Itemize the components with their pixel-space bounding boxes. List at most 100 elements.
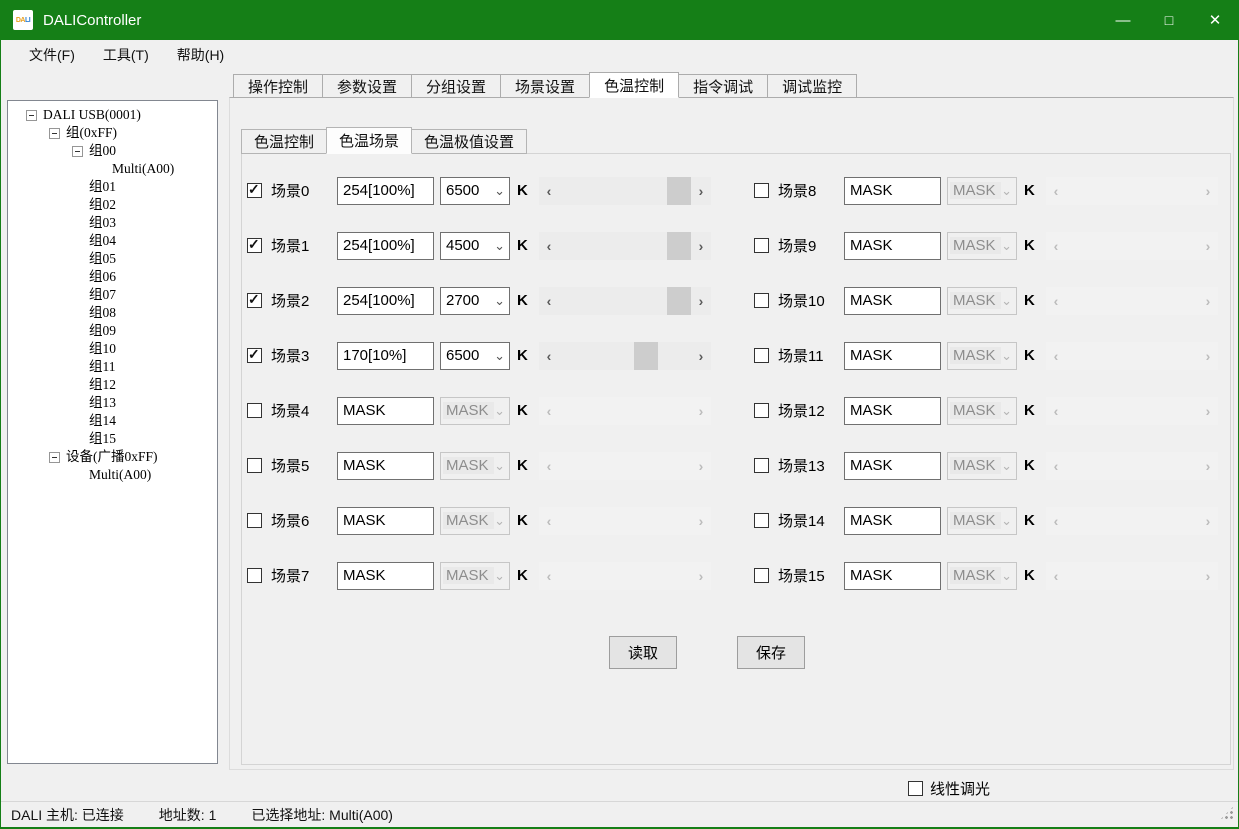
scene-checkbox[interactable]: ✓ — [754, 348, 769, 363]
scroll-left-icon[interactable]: ‹ — [539, 403, 559, 419]
scrollbar-track[interactable] — [1066, 342, 1198, 370]
kelvin-dropdown[interactable]: 6500 ⌄ — [440, 342, 510, 370]
main-tab[interactable]: 指令调试 — [679, 74, 768, 98]
scroll-left-icon[interactable]: ‹ — [1046, 458, 1066, 474]
scroll-right-icon[interactable]: › — [691, 293, 711, 309]
scrollbar-track[interactable] — [559, 342, 691, 370]
kelvin-dropdown[interactable]: 4500 ⌄ — [440, 232, 510, 260]
collapse-icon[interactable] — [49, 452, 60, 463]
tree-item[interactable]: 组12 — [8, 376, 217, 394]
scroll-left-icon[interactable]: ‹ — [539, 513, 559, 529]
scene-scrollbar[interactable]: ‹ › — [1046, 397, 1218, 425]
scene-level-input[interactable] — [337, 342, 434, 370]
scrollbar-thumb[interactable] — [634, 342, 658, 370]
main-tab[interactable]: 分组设置 — [412, 74, 501, 98]
collapse-icon[interactable] — [49, 128, 60, 139]
scroll-left-icon[interactable]: ‹ — [539, 458, 559, 474]
scene-level-input[interactable] — [844, 452, 941, 480]
save-button[interactable]: 保存 — [737, 636, 805, 669]
sub-tab[interactable]: 色温极值设置 — [412, 129, 527, 154]
scroll-right-icon[interactable]: › — [691, 238, 711, 254]
kelvin-dropdown[interactable]: MASK ⌄ — [947, 507, 1017, 535]
kelvin-dropdown[interactable]: MASK ⌄ — [947, 177, 1017, 205]
scene-level-input[interactable] — [844, 507, 941, 535]
kelvin-dropdown[interactable]: MASK ⌄ — [947, 397, 1017, 425]
scene-level-input[interactable] — [337, 397, 434, 425]
scene-level-input[interactable] — [337, 232, 434, 260]
scroll-left-icon[interactable]: ‹ — [1046, 293, 1066, 309]
scene-level-input[interactable] — [337, 562, 434, 590]
close-button[interactable]: ✕ — [1192, 0, 1238, 40]
scrollbar-track[interactable] — [1066, 562, 1198, 590]
tree-item[interactable]: 组14 — [8, 412, 217, 430]
scrollbar-track[interactable] — [559, 287, 691, 315]
scene-scrollbar[interactable]: ‹ › — [539, 397, 711, 425]
scroll-right-icon[interactable]: › — [691, 568, 711, 584]
scroll-right-icon[interactable]: › — [1198, 238, 1218, 254]
scene-level-input[interactable] — [844, 562, 941, 590]
scrollbar-track[interactable] — [1066, 397, 1198, 425]
scroll-left-icon[interactable]: ‹ — [539, 238, 559, 254]
scrollbar-track[interactable] — [1066, 507, 1198, 535]
scroll-left-icon[interactable]: ‹ — [539, 348, 559, 364]
maximize-button[interactable]: □ — [1146, 0, 1192, 40]
scroll-right-icon[interactable]: › — [1198, 403, 1218, 419]
scene-checkbox[interactable]: ✓ — [247, 348, 262, 363]
scroll-left-icon[interactable]: ‹ — [539, 293, 559, 309]
scroll-right-icon[interactable]: › — [1198, 458, 1218, 474]
scene-checkbox[interactable]: ✓ — [754, 458, 769, 473]
tree-item[interactable]: 组05 — [8, 250, 217, 268]
scrollbar-track[interactable] — [1066, 452, 1198, 480]
scene-level-input[interactable] — [337, 287, 434, 315]
tree-item[interactable]: 组07 — [8, 286, 217, 304]
linear-dimming-checkbox[interactable]: ✓ — [908, 781, 923, 796]
scroll-right-icon[interactable]: › — [691, 348, 711, 364]
scene-scrollbar[interactable]: ‹ › — [1046, 287, 1218, 315]
scene-scrollbar[interactable]: ‹ › — [539, 562, 711, 590]
tree-item[interactable]: Multi(A00) — [8, 160, 217, 178]
tree-item[interactable]: 组03 — [8, 214, 217, 232]
scene-scrollbar[interactable]: ‹ › — [539, 287, 711, 315]
scrollbar-track[interactable] — [559, 452, 691, 480]
scroll-left-icon[interactable]: ‹ — [1046, 238, 1066, 254]
scrollbar-track[interactable] — [559, 177, 691, 205]
scroll-left-icon[interactable]: ‹ — [1046, 183, 1066, 199]
tree-item[interactable]: 组(0xFF) — [8, 124, 217, 142]
tree-item[interactable]: 组10 — [8, 340, 217, 358]
scene-checkbox[interactable]: ✓ — [754, 238, 769, 253]
scroll-left-icon[interactable]: ‹ — [1046, 348, 1066, 364]
minimize-button[interactable]: — — [1100, 0, 1146, 40]
scene-checkbox[interactable]: ✓ — [247, 403, 262, 418]
scrollbar-track[interactable] — [1066, 177, 1198, 205]
tree-item[interactable]: 组08 — [8, 304, 217, 322]
collapse-icon[interactable] — [26, 110, 37, 121]
scroll-right-icon[interactable]: › — [691, 458, 711, 474]
scroll-right-icon[interactable]: › — [1198, 293, 1218, 309]
tree-item[interactable]: 组02 — [8, 196, 217, 214]
kelvin-dropdown[interactable]: MASK ⌄ — [440, 562, 510, 590]
scene-scrollbar[interactable]: ‹ › — [539, 342, 711, 370]
tree-item[interactable]: Multi(A00) — [8, 466, 217, 484]
read-button[interactable]: 读取 — [609, 636, 677, 669]
sub-tab[interactable]: 色温场景 — [326, 127, 412, 154]
kelvin-dropdown[interactable]: 2700 ⌄ — [440, 287, 510, 315]
scene-scrollbar[interactable]: ‹ › — [1046, 177, 1218, 205]
scene-scrollbar[interactable]: ‹ › — [1046, 452, 1218, 480]
scroll-left-icon[interactable]: ‹ — [1046, 513, 1066, 529]
scene-checkbox[interactable]: ✓ — [754, 513, 769, 528]
scene-level-input[interactable] — [337, 177, 434, 205]
scene-scrollbar[interactable]: ‹ › — [539, 177, 711, 205]
scene-checkbox[interactable]: ✓ — [754, 568, 769, 583]
main-tab[interactable]: 参数设置 — [323, 74, 412, 98]
scene-scrollbar[interactable]: ‹ › — [1046, 342, 1218, 370]
menu-item[interactable]: 工具(T) — [89, 40, 163, 70]
scene-level-input[interactable] — [844, 287, 941, 315]
tree-item[interactable]: DALI USB(0001) — [8, 106, 217, 124]
scroll-right-icon[interactable]: › — [1198, 348, 1218, 364]
main-tab[interactable]: 操作控制 — [233, 74, 323, 98]
scroll-right-icon[interactable]: › — [691, 403, 711, 419]
kelvin-dropdown[interactable]: MASK ⌄ — [947, 562, 1017, 590]
scrollbar-track[interactable] — [1066, 232, 1198, 260]
tree-item[interactable]: 组11 — [8, 358, 217, 376]
scroll-left-icon[interactable]: ‹ — [1046, 568, 1066, 584]
